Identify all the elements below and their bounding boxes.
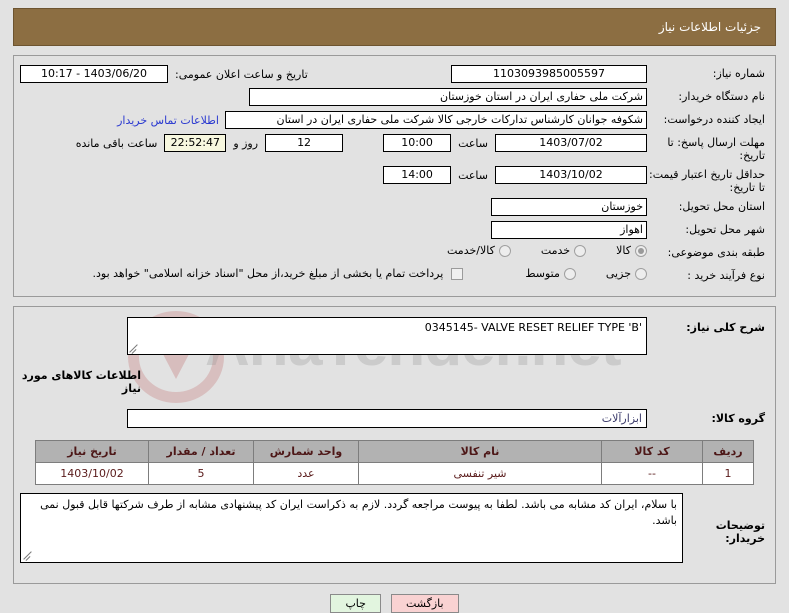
buyer-org-label: نام دستگاه خریدار: — [678, 90, 765, 103]
need-details-panel: شرح کلی نیاز: 0345145- VALVE RESET RELIE… — [13, 306, 776, 584]
remaining-days: 12 — [265, 134, 344, 152]
announce-date-label: تاریخ و ساعت اعلان عمومی: — [175, 67, 308, 81]
cell-unit: عدد — [253, 462, 359, 485]
price-validity-date: 1403/10/02 — [495, 166, 647, 184]
need-description-label: شرح کلی نیاز: — [686, 321, 765, 334]
buyer-contact-link[interactable]: اطلاعات تماس خریدار — [117, 114, 219, 127]
subject-classification-label: طبقه بندی موضوعی: — [667, 246, 765, 259]
need-info-panel: شماره نیاز: 1103093985005597 تاریخ و ساع… — [13, 55, 776, 297]
need-number-value: 1103093985005597 — [451, 65, 647, 83]
col-header-quantity: تعداد / مقدار — [148, 440, 254, 463]
response-deadline-hour-label: ساعت — [458, 136, 488, 150]
back-button[interactable]: بازگشت — [390, 594, 459, 613]
delivery-province-value: خوزستان — [491, 198, 647, 216]
row-delivery-city: شهر محل تحویل: اهواز — [20, 220, 769, 240]
row-need-description: شرح کلی نیاز: 0345145- VALVE RESET RELIE… — [20, 317, 769, 355]
need-description-value: 0345145- VALVE RESET RELIEF TYPE 'B' — [424, 321, 642, 334]
radio-icon-medium[interactable] — [563, 267, 576, 280]
radio-icon-minor[interactable] — [635, 267, 647, 280]
radio-icon-goods[interactable] — [635, 244, 647, 257]
row-need-number: شماره نیاز: 1103093985005597 تاریخ و ساع… — [20, 64, 769, 84]
buyer-notes-label: توضیحات خریدار: — [715, 519, 765, 545]
row-request-creator: ایجاد کننده درخواست: شکوفه جوانان کارشنا… — [20, 110, 769, 130]
cell-need-date: 1403/10/02 — [35, 462, 149, 485]
islamic-treasury-checkbox-row[interactable]: پرداخت تمام یا بخشی از مبلغ خرید،از محل … — [92, 267, 464, 280]
radio-option-minor[interactable]: جزیی — [606, 267, 647, 280]
goods-section-title: اطلاعات کالاهای مورد نیاز — [21, 369, 141, 395]
table-row: 1 -- شیر تنفسی عدد 5 1403/10/02 — [35, 462, 754, 485]
notes-resize-handle-icon[interactable] — [23, 551, 32, 560]
page-header-bar: جزئیات اطلاعات نیاز — [13, 8, 776, 46]
islamic-treasury-label: پرداخت تمام یا بخشی از مبلغ خرید،از محل … — [92, 267, 444, 280]
footer-actions: بازگشت چاپ — [0, 594, 789, 613]
price-validity-hour: 14:00 — [383, 166, 452, 184]
goods-group-label: گروه کالا: — [711, 412, 765, 425]
col-header-need-date: تاریخ نیاز — [35, 440, 149, 463]
radio-label-service: خدمت — [540, 244, 571, 257]
row-buyer-notes: توضیحات خریدار: با سلام، ایران کد مشابه … — [20, 493, 769, 563]
buyer-notes-textarea[interactable]: با سلام، ایران کد مشابه می باشد. لطفا به… — [20, 493, 683, 563]
radio-icon-service[interactable] — [574, 244, 587, 257]
purchase-process-radio-group: جزیی متوسط — [499, 267, 647, 280]
goods-group-value: ابزارآلات — [127, 409, 647, 428]
row-purchase-process: نوع فرآیند خرید : جزیی متوسط پرداخت تمام… — [20, 266, 769, 286]
price-validity-hour-label: ساعت — [458, 168, 488, 182]
response-deadline-date: 1403/07/02 — [495, 134, 647, 152]
col-header-item-name: نام کالا — [358, 440, 602, 463]
col-header-unit: واحد شمارش — [253, 440, 359, 463]
need-description-wrap: 0345145- VALVE RESET RELIEF TYPE 'B' — [127, 317, 647, 355]
price-validity-label: حداقل تاریخ اعتبار قیمت: تا تاریخ: — [649, 168, 765, 194]
need-number-label: شماره نیاز: — [712, 67, 765, 80]
purchase-process-label: نوع فرآیند خرید : — [687, 269, 765, 282]
cell-item-name: شیر تنفسی — [358, 462, 602, 485]
radio-label-goods: کالا — [616, 244, 631, 257]
col-header-item-code: کد کالا — [601, 440, 703, 463]
remaining-days-suffix: روز و — [233, 136, 259, 150]
row-price-validity: حداقل تاریخ اعتبار قیمت: تا تاریخ: 1403/… — [20, 165, 769, 194]
request-creator-label: ایجاد کننده درخواست: — [663, 113, 765, 126]
delivery-city-value: اهواز — [491, 221, 647, 239]
row-response-deadline: مهلت ارسال پاسخ: تا تاریخ: 1403/07/02 سا… — [20, 133, 769, 162]
row-buyer-org: نام دستگاه خریدار: شرکت ملی حفاری ایران … — [20, 87, 769, 107]
row-delivery-province: استان محل تحویل: خوزستان — [20, 197, 769, 217]
radio-option-goods[interactable]: کالا — [616, 244, 647, 257]
print-button[interactable]: چاپ — [330, 594, 381, 613]
announce-date-value: 1403/06/20 - 10:17 — [20, 65, 168, 83]
buyer-org-value: شرکت ملی حفاری ایران در استان خوزستان — [249, 88, 647, 106]
col-header-row-no: ردیف — [702, 440, 754, 463]
cell-quantity: 5 — [148, 462, 254, 485]
row-goods-group: گروه کالا: ابزارآلات — [20, 409, 769, 428]
radio-label-minor: جزیی — [605, 267, 631, 280]
response-deadline-hour: 10:00 — [383, 134, 452, 152]
delivery-province-label: استان محل تحویل: — [678, 200, 765, 213]
radio-label-goods-service: کالا/خدمت — [447, 244, 495, 257]
radio-option-service[interactable]: خدمت — [540, 244, 587, 257]
response-deadline-label: مهلت ارسال پاسخ: تا تاریخ: — [667, 136, 765, 162]
cell-item-code: -- — [601, 462, 703, 485]
buyer-notes-value: با سلام، ایران کد مشابه می باشد. لطفا به… — [40, 498, 677, 527]
table-header-row: ردیف کد کالا نام کالا واحد شمارش تعداد /… — [35, 440, 754, 463]
need-description-textarea[interactable]: 0345145- VALVE RESET RELIEF TYPE 'B' — [127, 317, 647, 355]
row-subject-classification: طبقه بندی موضوعی: کالا خدمت کالا/خدمت — [20, 243, 769, 263]
radio-option-goods-service[interactable]: کالا/خدمت — [447, 244, 511, 257]
remaining-countdown: 22:52:47 — [164, 134, 227, 152]
page-title: جزئیات اطلاعات نیاز — [658, 20, 761, 34]
subject-classification-radio-group: کالا خدمت کالا/خدمت — [421, 244, 647, 257]
delivery-city-label: شهر محل تحویل: — [685, 223, 765, 236]
radio-option-medium[interactable]: متوسط — [525, 267, 576, 280]
cell-row-no: 1 — [702, 462, 754, 485]
remaining-countdown-suffix: ساعت باقی مانده — [75, 136, 158, 150]
radio-label-medium: متوسط — [525, 267, 560, 280]
items-table: ردیف کد کالا نام کالا واحد شمارش تعداد /… — [35, 440, 754, 485]
checkbox-icon-islamic-treasury[interactable] — [451, 267, 464, 280]
request-creator-value: شکوفه جوانان کارشناس تدارکات خارجی کالا … — [225, 111, 647, 129]
radio-icon-goods-service[interactable] — [498, 244, 511, 257]
